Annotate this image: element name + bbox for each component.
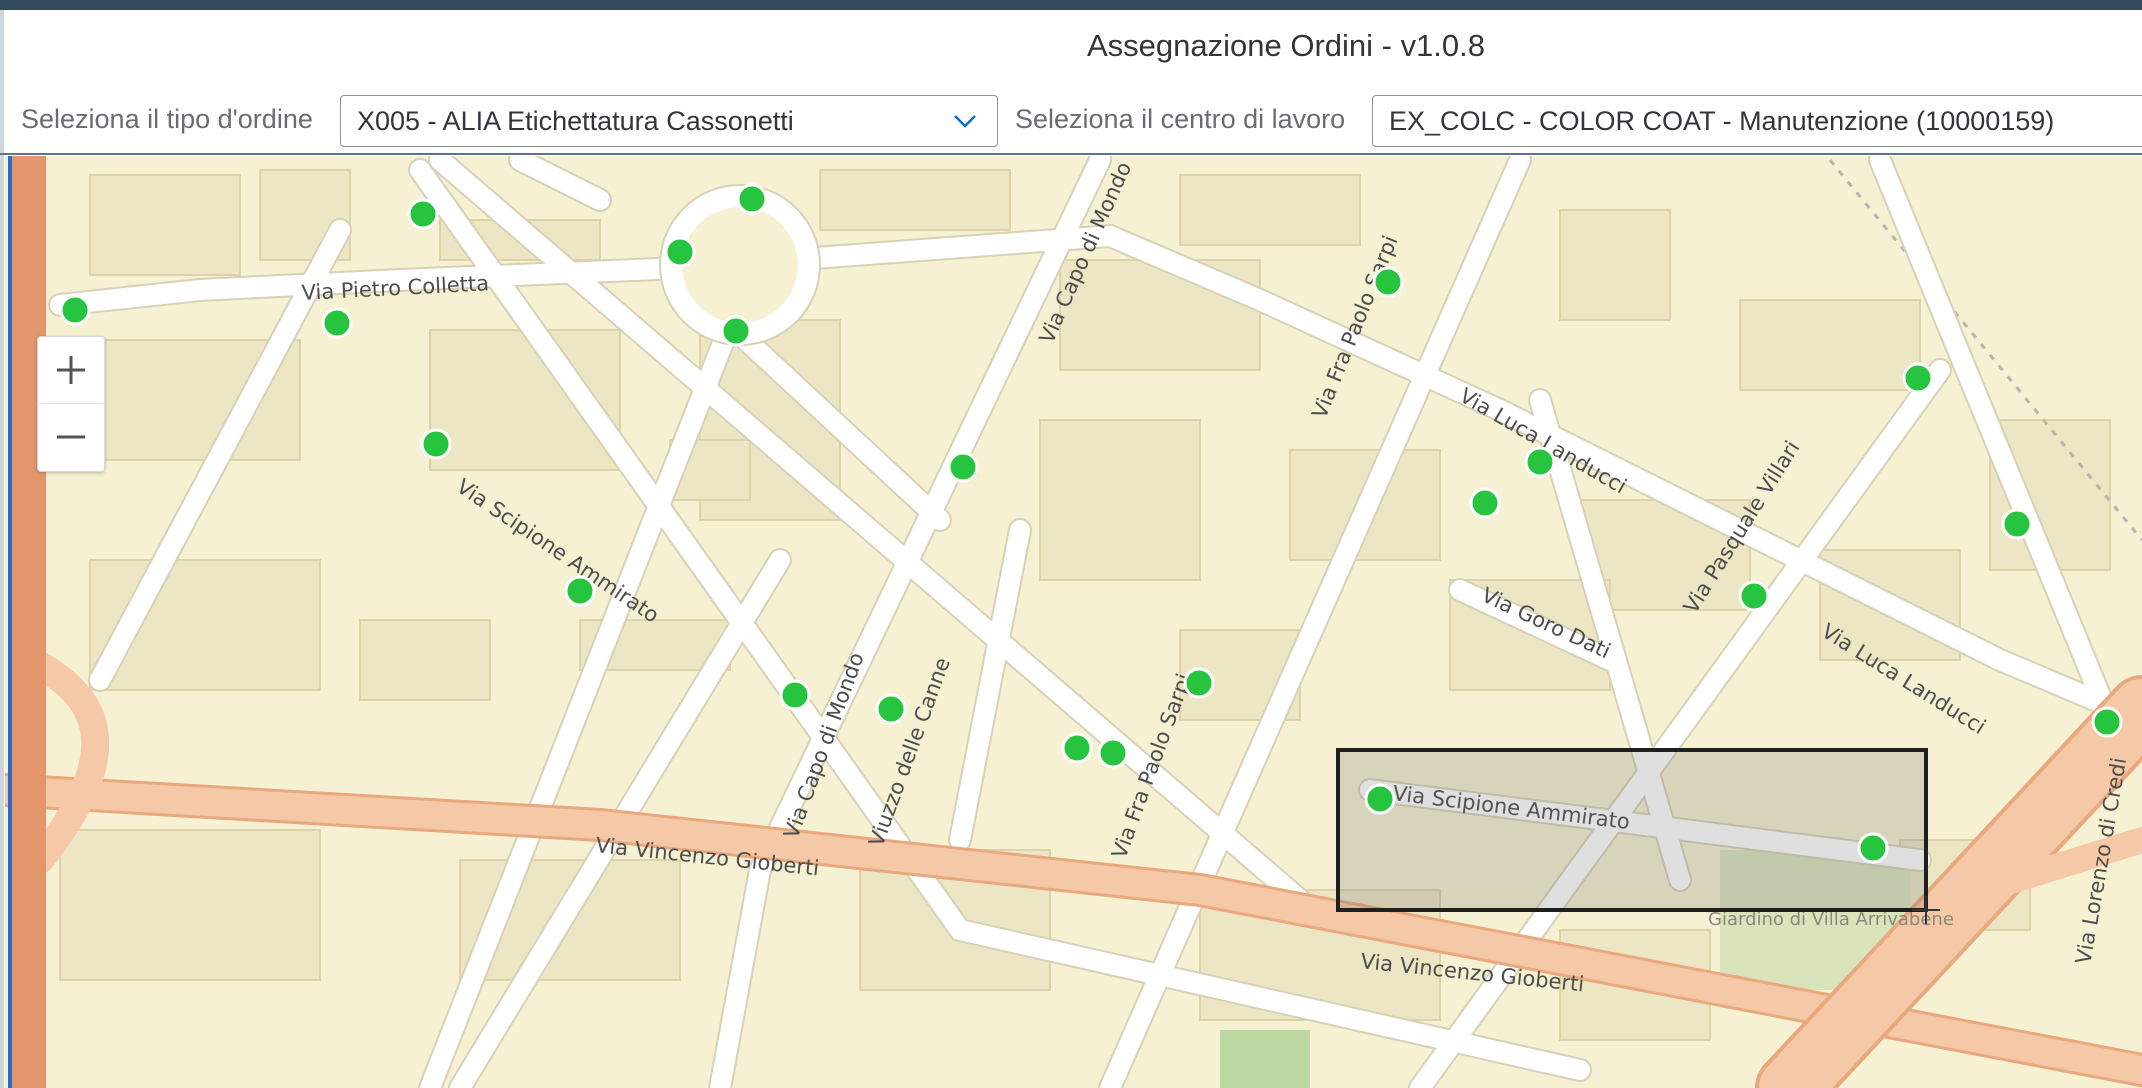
order-marker[interactable] bbox=[1183, 667, 1215, 699]
zoom-out-button[interactable] bbox=[38, 403, 104, 470]
order-marker[interactable] bbox=[1097, 737, 1129, 769]
zoom-control bbox=[37, 336, 105, 472]
order-marker[interactable] bbox=[420, 428, 452, 460]
selection-rectangle[interactable] bbox=[1336, 748, 1928, 912]
map-left-border bbox=[8, 156, 12, 1088]
order-marker[interactable] bbox=[1738, 580, 1770, 612]
order-marker[interactable] bbox=[1524, 446, 1556, 478]
order-marker[interactable] bbox=[2001, 508, 2033, 540]
roundabout-center bbox=[682, 207, 798, 323]
work-center-select[interactable]: EX_COLC - COLOR COAT - Manutenzione (100… bbox=[1372, 95, 2142, 147]
avenue-edge bbox=[12, 156, 46, 1088]
work-center-label: Seleziona il centro di lavoro bbox=[1015, 104, 1346, 134]
order-marker[interactable] bbox=[321, 307, 353, 339]
green-patch bbox=[1220, 1030, 1310, 1088]
order-marker[interactable] bbox=[664, 236, 696, 268]
map-view[interactable]: Via Pietro Colletta Via Scipione Ammirat… bbox=[5, 156, 2142, 1088]
left-edge bbox=[0, 10, 4, 1088]
order-marker[interactable] bbox=[1469, 487, 1501, 519]
order-marker[interactable] bbox=[1364, 783, 1396, 815]
plus-icon bbox=[57, 356, 85, 384]
order-type-value: X005 - ALIA Etichettatura Cassonetti bbox=[357, 105, 794, 136]
order-marker[interactable] bbox=[736, 183, 768, 215]
header-divider bbox=[0, 153, 2142, 155]
order-marker[interactable] bbox=[947, 451, 979, 483]
shell-top-bar bbox=[0, 0, 2142, 10]
zoom-in-button[interactable] bbox=[38, 337, 104, 403]
order-marker[interactable] bbox=[1857, 832, 1889, 864]
work-center-value: EX_COLC - COLOR COAT - Manutenzione (100… bbox=[1389, 105, 2055, 136]
order-marker[interactable] bbox=[779, 679, 811, 711]
order-marker[interactable] bbox=[1902, 362, 1934, 394]
order-marker[interactable] bbox=[564, 575, 596, 607]
order-marker[interactable] bbox=[2091, 706, 2123, 738]
order-marker[interactable] bbox=[1372, 266, 1404, 298]
page-title: Assegnazione Ordini - v1.0.8 bbox=[1086, 28, 1486, 63]
label-giardino: Giardino di Villa Arrivabene bbox=[1708, 909, 1954, 930]
order-marker[interactable] bbox=[59, 294, 91, 326]
order-marker[interactable] bbox=[1061, 732, 1093, 764]
order-type-select[interactable]: X005 - ALIA Etichettatura Cassonetti bbox=[340, 95, 998, 147]
order-marker[interactable] bbox=[720, 315, 752, 347]
order-marker[interactable] bbox=[407, 198, 439, 230]
label-viuzzo-delle-canne: Viuzzo delle Canne bbox=[864, 654, 955, 849]
minus-icon bbox=[57, 435, 85, 439]
order-type-label: Seleziona il tipo d'ordine bbox=[21, 104, 313, 134]
order-marker[interactable] bbox=[875, 693, 907, 725]
map-canvas[interactable]: Via Pietro Colletta Via Scipione Ammirat… bbox=[5, 156, 2142, 1088]
chevron-down-icon bbox=[954, 115, 976, 128]
